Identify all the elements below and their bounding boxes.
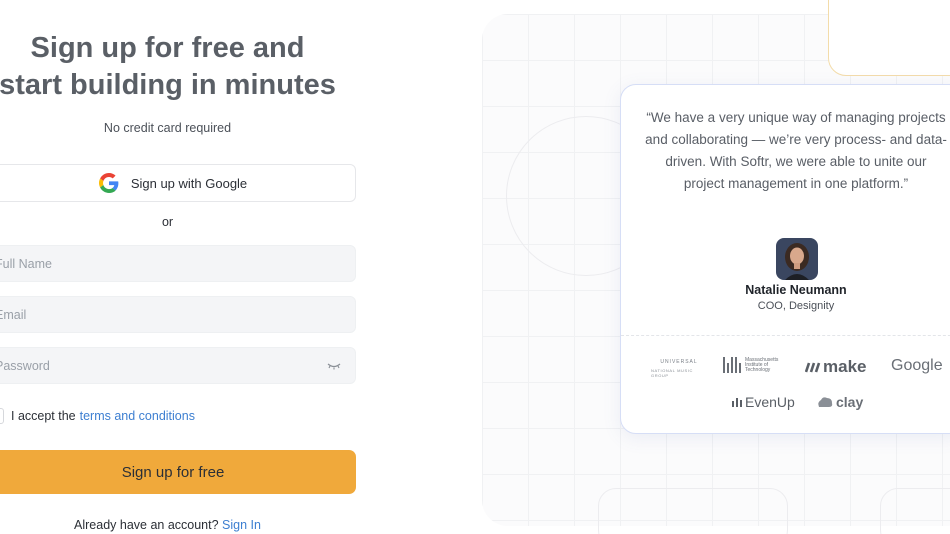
clay-logo-text: clay	[836, 394, 864, 410]
testimonial-quote: “We have a very unique way of managing p…	[645, 110, 947, 191]
evenup-logo: EvenUp	[731, 394, 795, 410]
evenup-logo-text: EvenUp	[745, 394, 795, 410]
terms-row: I accept the terms and conditions	[11, 409, 195, 423]
divider	[621, 335, 950, 336]
or-separator: or	[161, 215, 174, 229]
google-button-label: Sign up with Google	[130, 175, 248, 191]
person-photo-icon	[776, 238, 818, 280]
universal-logo-line2: NATIONAL MUSIC GROUP	[651, 367, 693, 378]
email-input[interactable]	[0, 297, 355, 332]
testimonial-card: “We have a very unique way of managing p…	[620, 84, 950, 434]
person-name: Natalie Neumann	[745, 283, 847, 297]
make-mark-icon	[805, 362, 821, 373]
google-signup-button[interactable]: Sign up with Google	[0, 164, 356, 202]
title-line-2: start building in minutes	[0, 69, 336, 101]
signup-submit-button[interactable]: Sign up for free	[0, 450, 356, 494]
signin-row: Already have an account? Sign In	[0, 518, 335, 532]
password-field	[0, 347, 356, 384]
terms-link[interactable]: terms and conditions	[80, 409, 195, 423]
clay-mark-icon	[818, 397, 833, 407]
mit-logo-text: Massachusetts Institute of Technology	[745, 356, 779, 373]
signin-link[interactable]: Sign In	[222, 518, 261, 532]
google-icon	[98, 173, 119, 193]
full-name-input[interactable]	[0, 246, 355, 281]
terms-checkbox[interactable]	[0, 408, 4, 424]
decorative-card	[828, 0, 950, 76]
decorative-card	[880, 488, 950, 534]
mit-bars-icon	[723, 357, 741, 373]
decorative-card	[598, 488, 788, 534]
mit-logo: Massachusetts Institute of Technology	[723, 357, 779, 373]
person-role: COO, Designity	[757, 300, 835, 312]
make-logo: make	[805, 357, 866, 377]
email-field	[0, 296, 356, 333]
page-title: Sign up for free and start building in m…	[0, 30, 395, 104]
password-input[interactable]	[0, 348, 355, 383]
universal-logo-line1: UNIVERSAL	[660, 358, 698, 365]
clay-logo: clay	[817, 394, 863, 410]
title-line-1: Sign up for free and	[30, 32, 305, 64]
subtitle: No credit card required	[103, 121, 232, 135]
have-account-text: Already have an account?	[74, 518, 219, 532]
eye-closed-icon[interactable]	[327, 361, 341, 371]
full-name-field	[0, 245, 356, 282]
avatar	[776, 238, 818, 280]
make-logo-text: make	[823, 357, 867, 376]
terms-label: I accept the	[11, 409, 76, 423]
google-logo: Google	[891, 357, 943, 374]
universal-logo: UNIVERSAL NATIONAL MUSIC GROUP	[651, 357, 707, 379]
evenup-mark-icon	[732, 398, 742, 407]
